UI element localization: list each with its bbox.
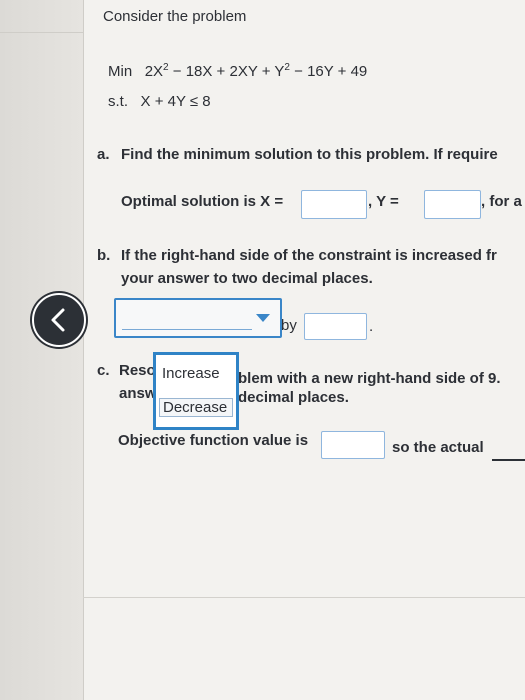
y-label: , Y =	[368, 193, 399, 210]
part-a-letter: a.	[97, 146, 110, 163]
intro-text: Consider the problem	[103, 8, 247, 25]
constraint-line: s.t. X + 4Y ≤ 8	[108, 93, 211, 110]
part-c-line1-start: Reso	[119, 362, 156, 379]
part-c-line1-end: blem with a new right-hand side of 9.	[238, 370, 501, 387]
part-a-tail: , for a	[481, 193, 522, 210]
x-value-input[interactable]	[301, 190, 367, 219]
option-increase[interactable]: Increase	[162, 365, 220, 382]
select-underline	[122, 329, 252, 330]
left-margin	[0, 0, 83, 700]
part-b-letter: b.	[97, 247, 111, 264]
part-b-line1: If the right-hand side of the constraint…	[121, 247, 497, 264]
constraint-prefix: s.t.	[108, 93, 129, 110]
period: .	[369, 318, 374, 335]
constraint-expression: X + 4Y ≤ 8	[140, 93, 211, 110]
objective-term: − 16Y + 49	[289, 63, 368, 80]
by-value-input[interactable]	[304, 313, 367, 340]
by-label: by	[281, 317, 297, 334]
objective-value-label: Objective function value is	[118, 432, 309, 449]
y-value-input[interactable]	[424, 190, 481, 219]
part-c-tail: so the actual	[392, 439, 484, 456]
part-c-line2-start: answ	[119, 385, 157, 402]
objective-term: − 18X + 2XY + Y	[168, 63, 285, 80]
optimal-solution-label: Optimal solution is X =	[121, 193, 284, 210]
objective-term: 2X	[144, 63, 164, 80]
dropdown-menu: Increase Decrease	[153, 352, 239, 430]
divider	[83, 597, 525, 598]
part-c-line2-end: decimal places.	[238, 389, 349, 406]
change-direction-select[interactable]	[114, 298, 282, 338]
divider	[0, 32, 83, 33]
objective-value-input[interactable]	[321, 431, 385, 459]
chevron-left-icon	[51, 308, 65, 332]
back-button[interactable]	[32, 293, 86, 347]
objective-line: Min 2X2 − 18X + 2XY + Y2 − 16Y + 49	[108, 62, 367, 80]
part-a-question: Find the minimum solution to this proble…	[121, 146, 498, 163]
answer-underline	[492, 459, 525, 461]
chevron-down-icon[interactable]	[256, 314, 270, 322]
divider	[83, 0, 84, 700]
part-c-letter: c.	[97, 362, 110, 379]
option-decrease[interactable]: Decrease	[159, 398, 233, 417]
part-b-line2: your answer to two decimal places.	[121, 270, 373, 287]
objective-prefix: Min	[108, 63, 133, 80]
